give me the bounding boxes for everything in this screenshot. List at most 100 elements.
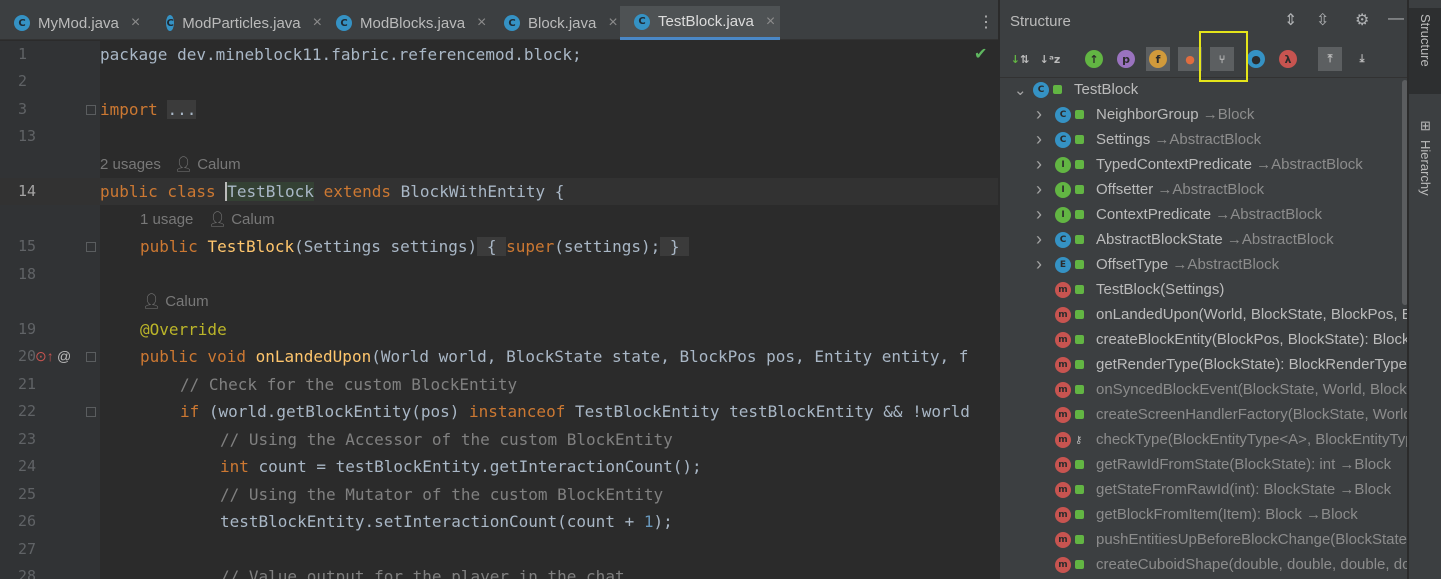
- tree-item[interactable]: m onSyncedBlockEvent(BlockState, World, B…: [1000, 377, 1407, 402]
- public-icon: [1075, 360, 1084, 369]
- tab-testblock[interactable]: C TestBlock.java ×: [620, 6, 780, 40]
- tree-item[interactable]: › I TypedContextPredicate →AbstractBlock: [1000, 152, 1407, 177]
- class-icon: C: [504, 15, 520, 31]
- tree-item-origin: →AbstractBlock: [1153, 181, 1265, 198]
- chevron-right-icon[interactable]: ›: [1036, 154, 1042, 175]
- author-hint[interactable]: 👤︎ Calum: [174, 151, 241, 178]
- usages-hint[interactable]: 1 usage: [140, 206, 193, 233]
- tree-item[interactable]: m ⚷ checkType(BlockEntityType<A>, BlockEnt…: [1000, 427, 1407, 452]
- tree-item[interactable]: m getStateFromRawId(int): BlockState →Blo…: [1000, 477, 1407, 502]
- tree-item-label: TypedContextPredicate: [1096, 156, 1252, 173]
- tree-item[interactable]: ⌄ C TestBlock: [1000, 77, 1407, 102]
- expand-all-header-icon[interactable]: ⇕: [1284, 10, 1297, 30]
- chevron-right-icon[interactable]: ›: [1036, 179, 1042, 200]
- tree-item[interactable]: m TestBlock(Settings): [1000, 277, 1407, 302]
- chevron-right-icon[interactable]: ›: [1036, 129, 1042, 150]
- sort-by-visibility-icon[interactable]: ↓ ⇅: [1008, 47, 1032, 71]
- line-number: 27: [18, 540, 37, 558]
- class-icon: C: [1033, 81, 1049, 98]
- tree-item-origin: →AbstractBlock: [1211, 206, 1322, 223]
- comment: // Using the Accessor of the custom Bloc…: [220, 430, 673, 449]
- tree-item[interactable]: › C NeighborGroup →Block: [1000, 102, 1407, 127]
- expand-selected-icon[interactable]: ⤒: [1318, 47, 1342, 71]
- code-line: 22 if (world.getBlockEntity(pos) instanc…: [0, 398, 998, 425]
- tree-item-label: onSyncedBlockEvent(BlockState, World, Bl…: [1096, 381, 1407, 398]
- sort-alphabetically-icon[interactable]: ↓ᵃz: [1038, 47, 1062, 71]
- collapse-all-header-icon[interactable]: ⇳: [1316, 10, 1329, 30]
- tree-scrollbar[interactable]: [1402, 80, 1407, 305]
- show-properties-icon[interactable]: p: [1114, 47, 1138, 71]
- tree-item[interactable]: › I ContextPredicate →AbstractBlock: [1000, 202, 1407, 227]
- interface-icon: I: [1055, 206, 1071, 223]
- fold-toggle-icon[interactable]: [86, 105, 96, 115]
- code-editor[interactable]: C MyMod.java × C ModParticles.java × C M…: [0, 0, 998, 579]
- close-icon[interactable]: ×: [477, 14, 486, 32]
- public-icon: [1075, 285, 1084, 294]
- annotation-gutter-icon[interactable]: @: [57, 343, 71, 370]
- tab-block[interactable]: C Block.java ×: [490, 6, 620, 40]
- tab-modblocks[interactable]: C ModBlocks.java ×: [322, 6, 490, 40]
- tree-item-label: checkType(BlockEntityType<A>, BlockEntit…: [1096, 431, 1407, 448]
- tree-item-origin: →Block: [1301, 506, 1358, 523]
- public-icon: [1075, 485, 1084, 494]
- tree-item[interactable]: › E OffsetType →AbstractBlock: [1000, 252, 1407, 277]
- tree-item[interactable]: m pushEntitiesUpBeforeBlockChange(BlockSt…: [1000, 527, 1407, 552]
- tree-item-label: getRenderType(BlockState): BlockRenderTy…: [1096, 356, 1407, 373]
- tree-item[interactable]: m getRenderType(BlockState): BlockRenderT…: [1000, 352, 1407, 377]
- usages-hint[interactable]: 2 usages: [100, 151, 161, 178]
- tree-item[interactable]: m createCuboidShape(double, double, doubl…: [1000, 552, 1407, 577]
- overrides-method-icon[interactable]: ⊙↑: [35, 343, 54, 370]
- line-number: 15: [18, 237, 37, 255]
- tree-item[interactable]: › C AbstractBlockState →AbstractBlock: [1000, 227, 1407, 252]
- tree-item[interactable]: › C Settings →AbstractBlock: [1000, 127, 1407, 152]
- tree-item-label: NeighborGroup: [1096, 106, 1199, 123]
- import-keyword: import: [100, 100, 158, 119]
- fold-toggle-icon[interactable]: [86, 407, 96, 417]
- show-inherited-icon[interactable]: ↑: [1082, 47, 1106, 71]
- gear-icon[interactable]: ⚙: [1355, 10, 1369, 30]
- code-line: 2: [0, 68, 998, 95]
- public-icon: [1075, 260, 1084, 269]
- close-icon[interactable]: ×: [313, 14, 322, 32]
- line-number: 1: [18, 45, 28, 63]
- hide-panel-icon[interactable]: —: [1388, 10, 1404, 28]
- code-line: 26 testBlockEntity.setInteractionCount(c…: [0, 508, 998, 535]
- tree-item[interactable]: m onLandedUpon(World, BlockState, BlockPo…: [1000, 302, 1407, 327]
- folded-imports[interactable]: ...: [167, 100, 197, 119]
- comment: // Value output for the player in the ch…: [220, 567, 625, 579]
- chevron-right-icon[interactable]: ›: [1036, 229, 1042, 250]
- show-lambdas-icon[interactable]: λ: [1276, 47, 1300, 71]
- chevron-down-icon[interactable]: ⌄: [1014, 81, 1027, 99]
- author-hint[interactable]: 👤︎ Calum: [208, 206, 275, 233]
- chevron-right-icon[interactable]: ›: [1036, 204, 1042, 225]
- public-icon: [1075, 385, 1084, 394]
- scroll-from-source-icon[interactable]: ⤓: [1350, 47, 1374, 71]
- protected-icon: ⚷: [1075, 435, 1083, 446]
- author-hint[interactable]: 👤︎ Calum: [142, 288, 209, 315]
- hierarchy-icon: ⊞: [1420, 118, 1431, 133]
- tab-modparticles[interactable]: C ModParticles.java ×: [152, 6, 322, 40]
- close-icon[interactable]: ×: [766, 13, 775, 31]
- tree-item[interactable]: m getBlockFromItem(Item): Block →Block: [1000, 502, 1407, 527]
- tree-item[interactable]: m createScreenHandlerFactory(BlockState, …: [1000, 402, 1407, 427]
- chevron-right-icon[interactable]: ›: [1036, 254, 1042, 275]
- tab-menu-icon[interactable]: ⋮: [978, 12, 994, 32]
- tab-mymod[interactable]: C MyMod.java ×: [0, 6, 152, 40]
- structure-panel: Structure ⇕ ⇳ ⚙ — ↓ ⇅ ↓ᵃz ↑ p f ● ⑂ ● λ ⤒…: [999, 0, 1407, 579]
- stripe-hierarchy-button[interactable]: ⊞ Hierarchy: [1409, 112, 1441, 202]
- tree-item-label: pushEntitiesUpBeforeBlockChange(BlockSta…: [1096, 531, 1407, 548]
- code-line: 25 // Using the Mutator of the custom Bl…: [0, 481, 998, 508]
- chevron-right-icon[interactable]: ›: [1036, 104, 1042, 125]
- tree-item[interactable]: m getRawIdFromState(BlockState): int →Blo…: [1000, 452, 1407, 477]
- public-icon: [1075, 460, 1084, 469]
- tree-item[interactable]: m createBlockEntity(BlockPos, BlockState)…: [1000, 327, 1407, 352]
- close-icon[interactable]: ×: [131, 14, 140, 32]
- close-icon[interactable]: ×: [608, 14, 617, 32]
- tree-item[interactable]: › I Offsetter →AbstractBlock: [1000, 177, 1407, 202]
- show-fields-icon[interactable]: f: [1146, 47, 1170, 71]
- fold-toggle-icon[interactable]: [86, 352, 96, 362]
- fold-toggle-icon[interactable]: [86, 242, 96, 252]
- stripe-structure-button[interactable]: Structure: [1409, 8, 1441, 94]
- public-icon: [1075, 335, 1084, 344]
- code-line: 21 // Check for the custom BlockEntity: [0, 371, 998, 398]
